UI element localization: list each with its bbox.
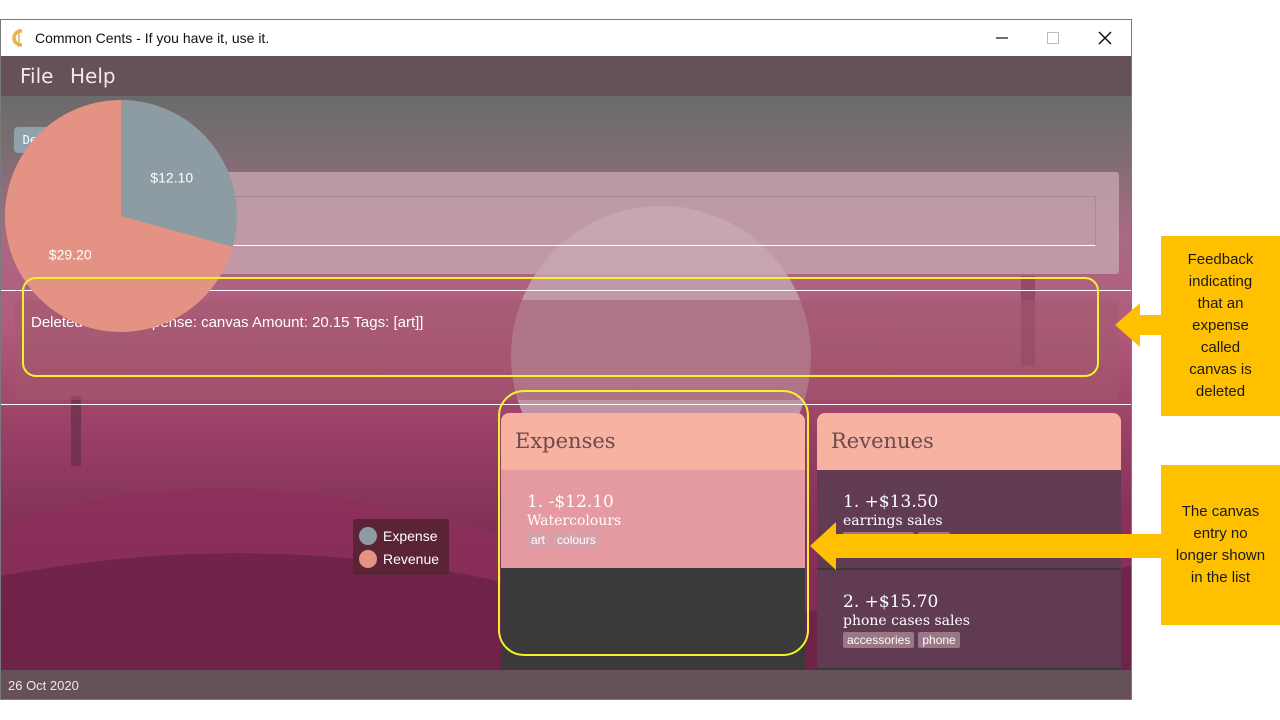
callout-line: called bbox=[1200, 339, 1241, 356]
list-callout: The canvas entry no longer shown in the … bbox=[1161, 465, 1280, 625]
callout-line: longer shown bbox=[1175, 547, 1266, 564]
callout-line: indicating bbox=[1188, 273, 1253, 290]
callout-line: that an bbox=[1197, 295, 1244, 312]
arrow-left-icon bbox=[1115, 303, 1161, 347]
callout-line: expense bbox=[1192, 317, 1249, 334]
callout-line: Feedback bbox=[1187, 251, 1254, 268]
arrow-left-icon bbox=[810, 522, 1161, 570]
callout-line: The canvas bbox=[1181, 503, 1260, 520]
callout-arrows bbox=[810, 303, 1161, 570]
callout-line: canvas is bbox=[1189, 361, 1252, 378]
callout-line: entry no bbox=[1193, 525, 1248, 542]
callout-line: deleted bbox=[1195, 383, 1246, 400]
callout-line: in the list bbox=[1190, 569, 1251, 586]
feedback-callout: Feedback indicating that an expense call… bbox=[1161, 236, 1280, 416]
